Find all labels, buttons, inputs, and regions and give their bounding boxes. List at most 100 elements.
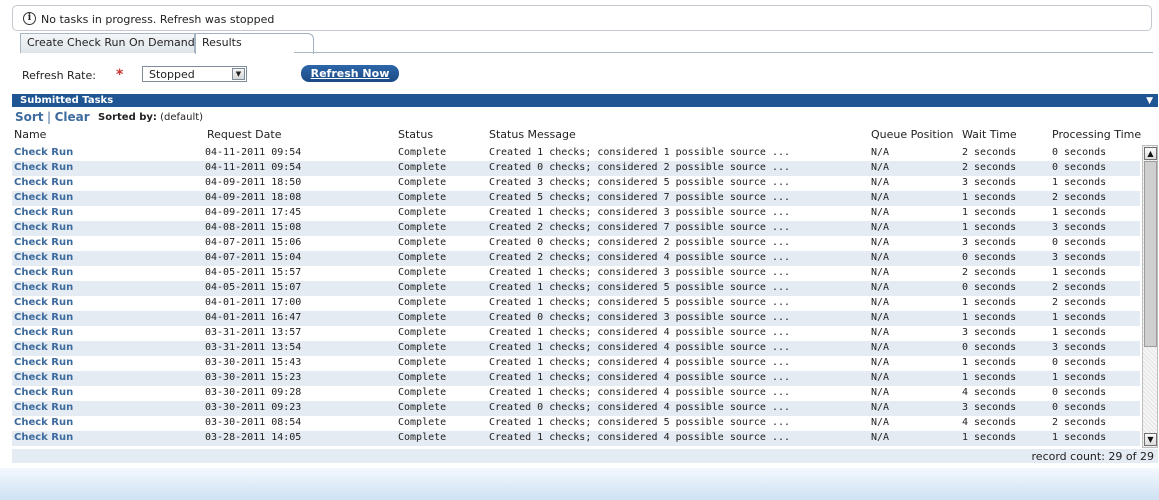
submitted-tasks-header[interactable]: Submitted Tasks ▼ — [12, 94, 1158, 107]
request-date-cell: 04-11-2011 09:54 — [205, 147, 302, 158]
table-row[interactable]: Check Run 03-31-2011 13:54 Complete Created… — [12, 341, 1140, 356]
sort-link[interactable]: Sort — [15, 110, 44, 124]
wait-time-cell: 1 seconds — [962, 297, 1017, 308]
table-row[interactable]: Check Run 04-07-2011 15:04 Complete Created… — [12, 251, 1140, 266]
task-name-link[interactable]: Check Run — [14, 432, 73, 443]
task-name-link[interactable]: Check Run — [14, 177, 73, 188]
task-name-link[interactable]: Check Run — [14, 237, 73, 248]
queue-position-cell: N/A — [871, 192, 890, 203]
request-date-cell: 04-08-2011 15:08 — [205, 222, 302, 233]
table-row[interactable]: Check Run 03-30-2011 08:54 Complete Created… — [12, 416, 1140, 431]
task-name-link[interactable]: Check Run — [14, 192, 73, 203]
scroll-up-icon[interactable]: ▲ — [1144, 147, 1157, 160]
refresh-rate-label: Refresh Rate: — [22, 69, 96, 82]
table-row[interactable]: Check Run 04-01-2011 16:47 Complete Created… — [12, 311, 1140, 326]
table-row[interactable]: Check Run 04-05-2011 15:07 Complete Created… — [12, 281, 1140, 296]
status-message-cell: Created 1 checks; considered 1 possible … — [489, 147, 791, 158]
request-date-cell: 03-28-2011 14:05 — [205, 432, 302, 443]
status-cell: Complete — [398, 267, 447, 278]
table-row[interactable]: Check Run 04-09-2011 18:08 Complete Created… — [12, 191, 1140, 206]
processing-time-cell: 1 seconds — [1052, 372, 1107, 383]
column-header-queue-position[interactable]: Queue Position — [871, 128, 953, 141]
task-name-link[interactable]: Check Run — [14, 312, 73, 323]
task-name-link[interactable]: Check Run — [14, 342, 73, 353]
request-date-cell: 04-11-2011 09:54 — [205, 162, 302, 173]
table-footer: record count: 29 of 29 — [12, 449, 1158, 463]
table-row[interactable]: Check Run 03-30-2011 15:23 Complete Created… — [12, 371, 1140, 386]
queue-position-cell: N/A — [871, 432, 890, 443]
status-cell: Complete — [398, 402, 447, 413]
task-name-link[interactable]: Check Run — [14, 282, 73, 293]
table-row[interactable]: Check Run 03-31-2011 13:57 Complete Created… — [12, 326, 1140, 341]
status-message-cell: Created 3 checks; considered 5 possible … — [489, 177, 791, 188]
wait-time-cell: 1 seconds — [962, 222, 1017, 233]
sorted-by-info: Sorted by: (default) — [98, 112, 203, 123]
status-message-cell: Created 1 checks; considered 4 possible … — [489, 357, 791, 368]
task-name-link[interactable]: Check Run — [14, 417, 73, 428]
tab-create-check-run[interactable]: Create Check Run On Demand — [20, 33, 195, 53]
task-name-link[interactable]: Check Run — [14, 327, 73, 338]
task-name-link[interactable]: Check Run — [14, 387, 73, 398]
table-row[interactable]: Check Run 04-09-2011 17:45 Complete Created… — [12, 206, 1140, 221]
task-name-link[interactable]: Check Run — [14, 297, 73, 308]
task-name-link[interactable]: Check Run — [14, 162, 73, 173]
wait-time-cell: 0 seconds — [962, 252, 1017, 263]
table-row[interactable]: Check Run 03-28-2011 14:05 Complete Created… — [12, 431, 1140, 446]
task-name-link[interactable]: Check Run — [14, 357, 73, 368]
scrollbar-thumb[interactable] — [1144, 161, 1157, 347]
wait-time-cell: 1 seconds — [962, 192, 1017, 203]
queue-position-cell: N/A — [871, 297, 890, 308]
wait-time-cell: 1 seconds — [962, 432, 1017, 443]
status-message-cell: Created 1 checks; considered 4 possible … — [489, 387, 791, 398]
task-name-link[interactable]: Check Run — [14, 207, 73, 218]
status-cell: Complete — [398, 147, 447, 158]
request-date-cell: 04-07-2011 15:04 — [205, 252, 302, 263]
processing-time-cell: 1 seconds — [1052, 327, 1107, 338]
table-row[interactable]: Check Run 04-11-2011 09:54 Complete Created… — [12, 161, 1140, 176]
column-header-processing-time[interactable]: Processing Time — [1052, 128, 1141, 141]
task-name-link[interactable]: Check Run — [14, 402, 73, 413]
task-name-link[interactable]: Check Run — [14, 147, 73, 158]
clear-link[interactable]: Clear — [55, 110, 90, 124]
table-row[interactable]: Check Run 03-30-2011 15:43 Complete Created… — [12, 356, 1140, 371]
status-message-cell: Created 1 checks; considered 4 possible … — [489, 342, 791, 353]
table-scrollbar[interactable]: ▲ ▼ — [1142, 145, 1158, 448]
required-marker: * — [116, 67, 124, 83]
tasks-table: Check Run 04-11-2011 09:54 Complete Created… — [12, 146, 1140, 449]
tab-divider — [294, 52, 1153, 53]
table-row[interactable]: Check Run 04-01-2011 17:00 Complete Created… — [12, 296, 1140, 311]
wait-time-cell: 3 seconds — [962, 327, 1017, 338]
wait-time-cell: 1 seconds — [962, 312, 1017, 323]
chevron-down-icon[interactable]: ▼ — [232, 68, 245, 80]
table-row[interactable]: Check Run 03-30-2011 09:23 Complete Created… — [12, 401, 1140, 416]
collapse-icon[interactable]: ▼ — [1146, 95, 1153, 108]
status-message-cell: Created 0 checks; considered 2 possible … — [489, 162, 791, 173]
task-name-link[interactable]: Check Run — [14, 252, 73, 263]
table-row[interactable]: Check Run 04-08-2011 15:08 Complete Created… — [12, 221, 1140, 236]
table-row[interactable]: Check Run 04-05-2011 15:57 Complete Created… — [12, 266, 1140, 281]
tab-results[interactable]: Results — [195, 33, 314, 54]
refresh-rate-select[interactable]: Stopped ▼ — [142, 66, 247, 82]
table-row[interactable]: Check Run 04-11-2011 09:54 Complete Created… — [12, 146, 1140, 161]
column-header-status[interactable]: Status — [398, 128, 433, 141]
status-cell: Complete — [398, 342, 447, 353]
task-name-link[interactable]: Check Run — [14, 222, 73, 233]
column-header-status-message[interactable]: Status Message — [489, 128, 576, 141]
task-name-link[interactable]: Check Run — [14, 372, 73, 383]
sort-separator: | — [47, 110, 52, 124]
column-header-wait-time[interactable]: Wait Time — [962, 128, 1017, 141]
table-row[interactable]: Check Run 03-30-2011 09:28 Complete Created… — [12, 386, 1140, 401]
task-name-link[interactable]: Check Run — [14, 267, 73, 278]
queue-position-cell: N/A — [871, 372, 890, 383]
column-header-request-date[interactable]: Request Date — [207, 128, 281, 141]
table-row[interactable]: Check Run 04-09-2011 18:50 Complete Created… — [12, 176, 1140, 191]
scroll-down-icon[interactable]: ▼ — [1144, 433, 1157, 446]
wait-time-cell: 1 seconds — [962, 357, 1017, 368]
column-header-name[interactable]: Name — [14, 128, 46, 141]
table-row[interactable]: Check Run 04-07-2011 15:06 Complete Created… — [12, 236, 1140, 251]
status-message-cell: Created 2 checks; considered 7 possible … — [489, 222, 791, 233]
queue-position-cell: N/A — [871, 342, 890, 353]
status-cell: Complete — [398, 312, 447, 323]
wait-time-cell: 3 seconds — [962, 402, 1017, 413]
refresh-now-button[interactable]: Refresh Now — [301, 65, 399, 82]
